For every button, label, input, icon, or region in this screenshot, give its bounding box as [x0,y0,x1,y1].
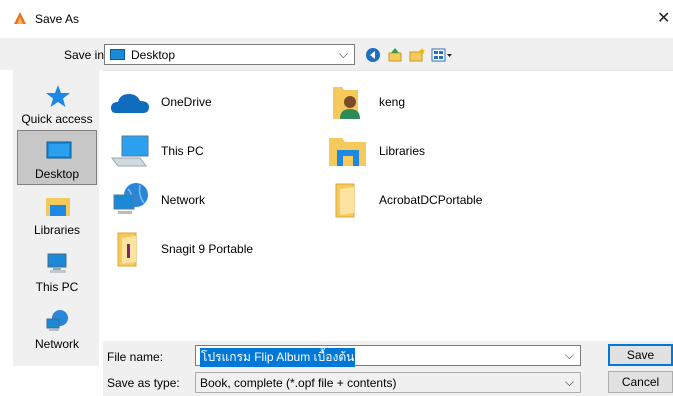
list-item[interactable]: Snagit 9 Portable [105,226,315,270]
save-button[interactable]: Save [608,344,673,366]
desktop-icon [110,49,125,60]
app-icon [14,12,26,24]
file-name: Libraries [379,144,426,158]
list-item[interactable]: OneDrive [105,79,315,123]
new-folder-icon[interactable] [408,46,426,64]
place-network[interactable]: Network [17,301,97,356]
up-folder-icon[interactable] [386,46,404,64]
chevron-down-icon: ⌵ [564,375,574,389]
star-icon [46,85,70,107]
place-label: Quick access [21,112,93,126]
place-label: Network [34,337,79,351]
list-item[interactable]: Network [105,177,315,221]
list-item[interactable]: This PC [105,128,315,172]
save-as-type-label: Save as type: [107,376,180,390]
save-in-value: Desktop [131,48,176,62]
file-name: Snagit 9 Portable [161,242,254,256]
places-bar: Quick access Desktop Libraries This PC N… [13,70,99,366]
save-in-label: Save in: [64,48,108,62]
libraries-icon [329,138,366,166]
place-libraries[interactable]: Libraries [17,187,97,242]
save-in-dropdown[interactable]: Desktop ⌵ [104,44,355,65]
list-item[interactable]: AcrobatDCPortable [323,177,533,221]
views-menu-icon[interactable] [430,46,454,64]
folder-icon [335,183,355,218]
file-name-field[interactable]: โปรแกรม Flip Album เบื้องต้น ⌵ [195,345,581,367]
network-icon [113,183,148,214]
location-toolbar: Save in: Desktop ⌵ [0,38,673,70]
title-bar: Save As ✕ [0,0,673,38]
save-as-type-value: Book, complete (*.opf file + contents) [200,376,397,390]
file-list[interactable]: OneDrive keng This PC Libraries Network … [103,70,673,341]
chevron-down-icon[interactable]: ⌵ [565,348,574,363]
cancel-button[interactable]: Cancel [608,371,673,393]
file-name: OneDrive [161,95,212,109]
chevron-down-icon: ⌵ [338,47,348,61]
place-this-pc[interactable]: This PC [17,244,97,299]
computer-icon [111,135,149,167]
file-name: AcrobatDCPortable [379,193,483,207]
file-name: This PC [161,144,204,158]
computer-icon [47,253,67,273]
desktop-icon [46,141,72,159]
place-label: Desktop [34,167,80,181]
place-label: This PC [35,280,79,294]
save-form: File name: โปรแกรม Flip Album เบื้องต้น … [103,341,673,396]
window-title: Save As [35,12,80,26]
libraries-icon [46,198,70,216]
folder-icon [117,232,137,267]
close-icon[interactable]: ✕ [657,8,670,28]
file-name: keng [379,95,406,109]
save-as-type-dropdown[interactable]: Book, complete (*.opf file + contents) ⌵ [195,372,581,393]
place-desktop[interactable]: Desktop [17,130,97,185]
list-item[interactable]: Libraries [323,128,533,172]
cloud-icon [111,94,149,113]
network-icon [46,310,68,331]
file-name-label: File name: [107,350,164,364]
place-label: Libraries [33,223,81,237]
file-name-value: โปรแกรม Flip Album เบื้องต้น [200,348,356,367]
user-folder-icon [333,87,360,119]
place-quick-access[interactable]: Quick access [17,76,97,131]
back-icon[interactable] [364,46,382,64]
file-name: Network [161,193,206,207]
list-item[interactable]: keng [323,79,533,123]
